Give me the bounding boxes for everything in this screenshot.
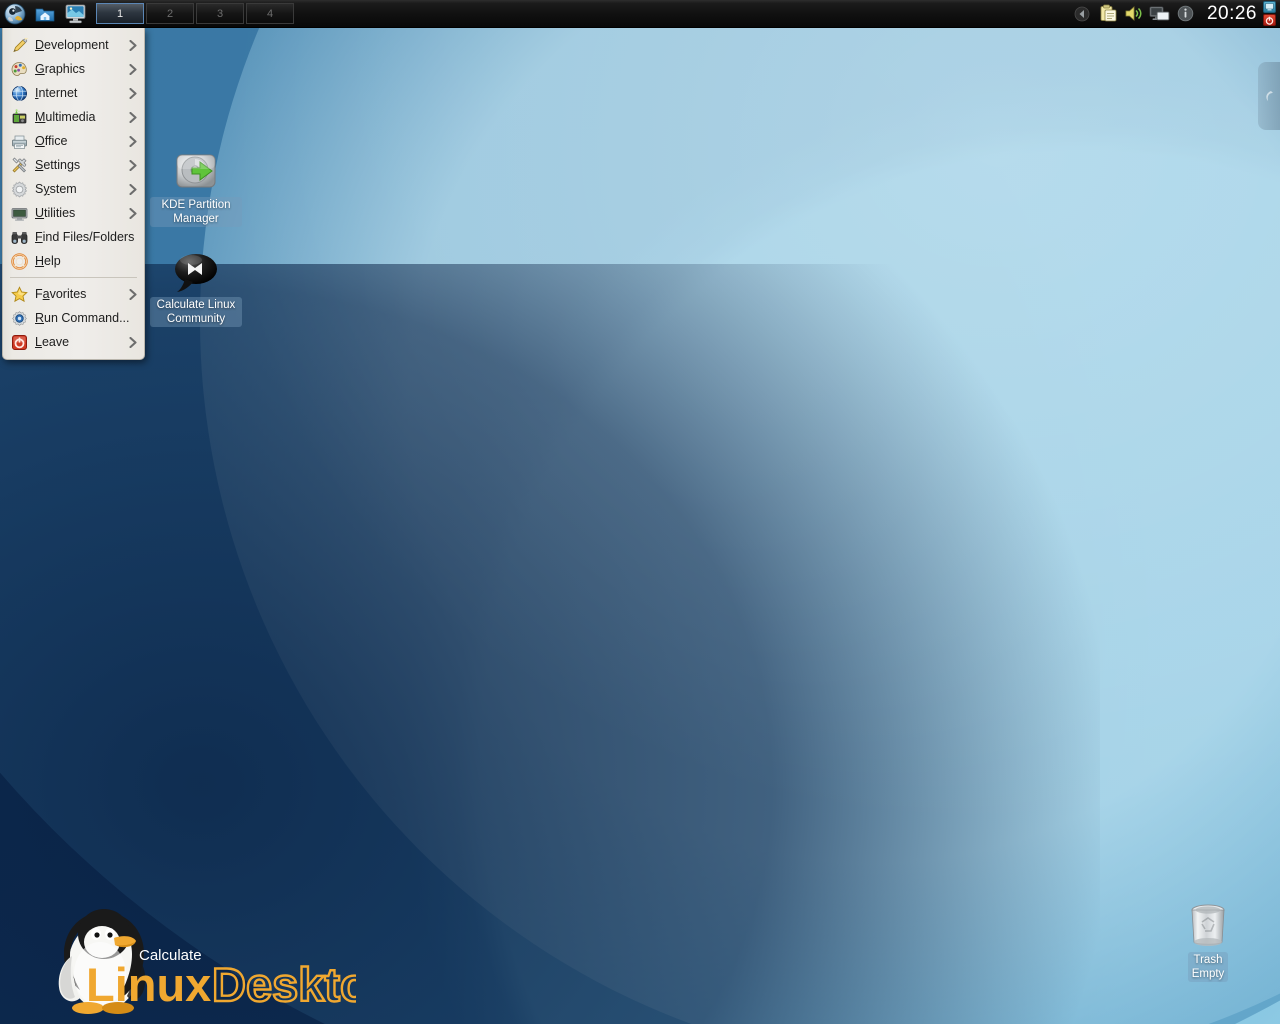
kickoff-classic-menu: Development Graphics — [2, 28, 145, 360]
menu-item-settings[interactable]: Settings — [3, 153, 144, 177]
pager-desktop-2[interactable]: 2 — [146, 3, 194, 24]
desktop-icon-kde-partition-manager[interactable]: KDE Partition Manager — [150, 145, 242, 227]
monitor-icon — [1149, 4, 1170, 23]
monitor-icon — [11, 205, 28, 222]
menu-item-label: Internet — [35, 86, 128, 100]
chevron-right-icon — [128, 336, 138, 348]
menu-item-office[interactable]: Office — [3, 129, 144, 153]
desktop-icon-trash[interactable]: TrashEmpty — [1162, 900, 1254, 982]
pencil-icon — [11, 37, 28, 54]
menu-separator — [10, 277, 137, 278]
chevron-right-icon — [128, 111, 138, 123]
menu-item-find-files-folders[interactable]: Find Files/Folders — [3, 225, 144, 249]
harddisk-icon — [150, 145, 242, 193]
chevron-right-icon — [128, 87, 138, 99]
menu-item-label: Utilities — [35, 206, 128, 220]
no-submenu-spacer — [134, 231, 144, 243]
menu-item-label: Help — [35, 254, 128, 268]
show-desktop-launcher-button[interactable] — [60, 0, 90, 28]
kde-gear-icon — [4, 3, 26, 25]
office-icon — [11, 133, 28, 150]
menu-item-label: Development — [35, 38, 128, 52]
desktop-icon-label: TrashEmpty — [1188, 952, 1229, 982]
klipper-clipboard-button[interactable] — [1095, 0, 1121, 28]
info-icon — [1177, 5, 1194, 22]
chevron-right-icon — [128, 63, 138, 75]
notifications-button[interactable] — [1173, 0, 1199, 28]
menu-item-label: Run Command... — [35, 311, 130, 325]
desktop-icon-calculate-linux-community[interactable]: Calculate Linux Community — [150, 245, 242, 327]
chevron-right-icon — [128, 207, 138, 219]
power-icon — [11, 334, 28, 351]
menu-item-label: Settings — [35, 158, 128, 172]
menu-item-system[interactable]: System — [3, 177, 144, 201]
top-panel: 1 2 3 4 — [0, 0, 1280, 28]
run-icon — [11, 310, 28, 327]
desktop-pager: 1 2 3 4 — [96, 3, 296, 25]
binoculars-icon — [11, 229, 28, 246]
arrow-left-icon — [1074, 6, 1090, 22]
star-icon — [11, 286, 28, 303]
chevron-right-icon — [128, 159, 138, 171]
multimedia-icon — [11, 109, 28, 126]
monitor-desktop-icon — [64, 2, 87, 25]
digital-clock[interactable]: 20:26 — [1199, 3, 1263, 25]
display-configuration-button[interactable] — [1147, 0, 1173, 28]
volume-control-button[interactable] — [1121, 0, 1147, 28]
trash-icon — [1162, 900, 1254, 948]
system-tray: 20:26 — [1069, 0, 1280, 28]
menu-item-graphics[interactable]: Graphics — [3, 57, 144, 81]
menu-item-label: Office — [35, 134, 128, 148]
menu-item-label: Favorites — [35, 287, 128, 301]
pager-desktop-4[interactable]: 4 — [246, 3, 294, 24]
chevron-right-icon — [128, 288, 138, 300]
shutdown-applet-icon[interactable] — [1263, 14, 1276, 26]
home-folder-launcher-button[interactable] — [30, 0, 60, 28]
cashew-icon — [1262, 89, 1276, 103]
menu-item-leave[interactable]: Leave — [3, 330, 144, 354]
desktop-toolbox-cashew[interactable] — [1258, 62, 1280, 130]
show-hidden-icons-button[interactable] — [1069, 0, 1095, 28]
mini-tray-icons — [1263, 0, 1278, 28]
device-notifier-icon[interactable] — [1263, 1, 1276, 13]
palette-icon — [11, 61, 28, 78]
menu-item-label: Graphics — [35, 62, 128, 76]
no-submenu-spacer — [130, 312, 140, 324]
panel-left-section: 1 2 3 4 — [0, 0, 296, 28]
menu-item-internet[interactable]: Internet — [3, 81, 144, 105]
no-submenu-spacer — [128, 255, 138, 267]
speaker-icon — [1124, 4, 1143, 23]
menu-item-multimedia[interactable]: Multimedia — [3, 105, 144, 129]
menu-item-label: Multimedia — [35, 110, 128, 124]
pager-desktop-1[interactable]: 1 — [96, 3, 144, 24]
menu-item-utilities[interactable]: Utilities — [3, 201, 144, 225]
chevron-right-icon — [128, 39, 138, 51]
pager-desktop-3[interactable]: 3 — [196, 3, 244, 24]
chevron-right-icon — [128, 183, 138, 195]
menu-item-label: System — [35, 182, 128, 196]
globe-icon — [11, 85, 28, 102]
tools-icon — [11, 157, 28, 174]
menu-item-label: Find Files/Folders — [35, 230, 134, 244]
desktop-icon-label: Calculate Linux Community — [150, 297, 242, 327]
clipboard-icon — [1098, 4, 1117, 23]
speech-bubble-icon — [150, 245, 242, 293]
home-folder-icon — [34, 3, 56, 25]
lifebuoy-icon — [11, 253, 28, 270]
menu-item-run-command[interactable]: Run Command... — [3, 306, 144, 330]
desktop-icon-label: KDE Partition Manager — [150, 197, 242, 227]
menu-item-favorites[interactable]: Favorites — [3, 282, 144, 306]
menu-item-development[interactable]: Development — [3, 33, 144, 57]
menu-item-help[interactable]: Help — [3, 249, 144, 273]
kickoff-application-launcher-button[interactable] — [0, 0, 30, 28]
menu-item-label: Leave — [35, 335, 128, 349]
cog-icon — [11, 181, 28, 198]
chevron-right-icon — [128, 135, 138, 147]
